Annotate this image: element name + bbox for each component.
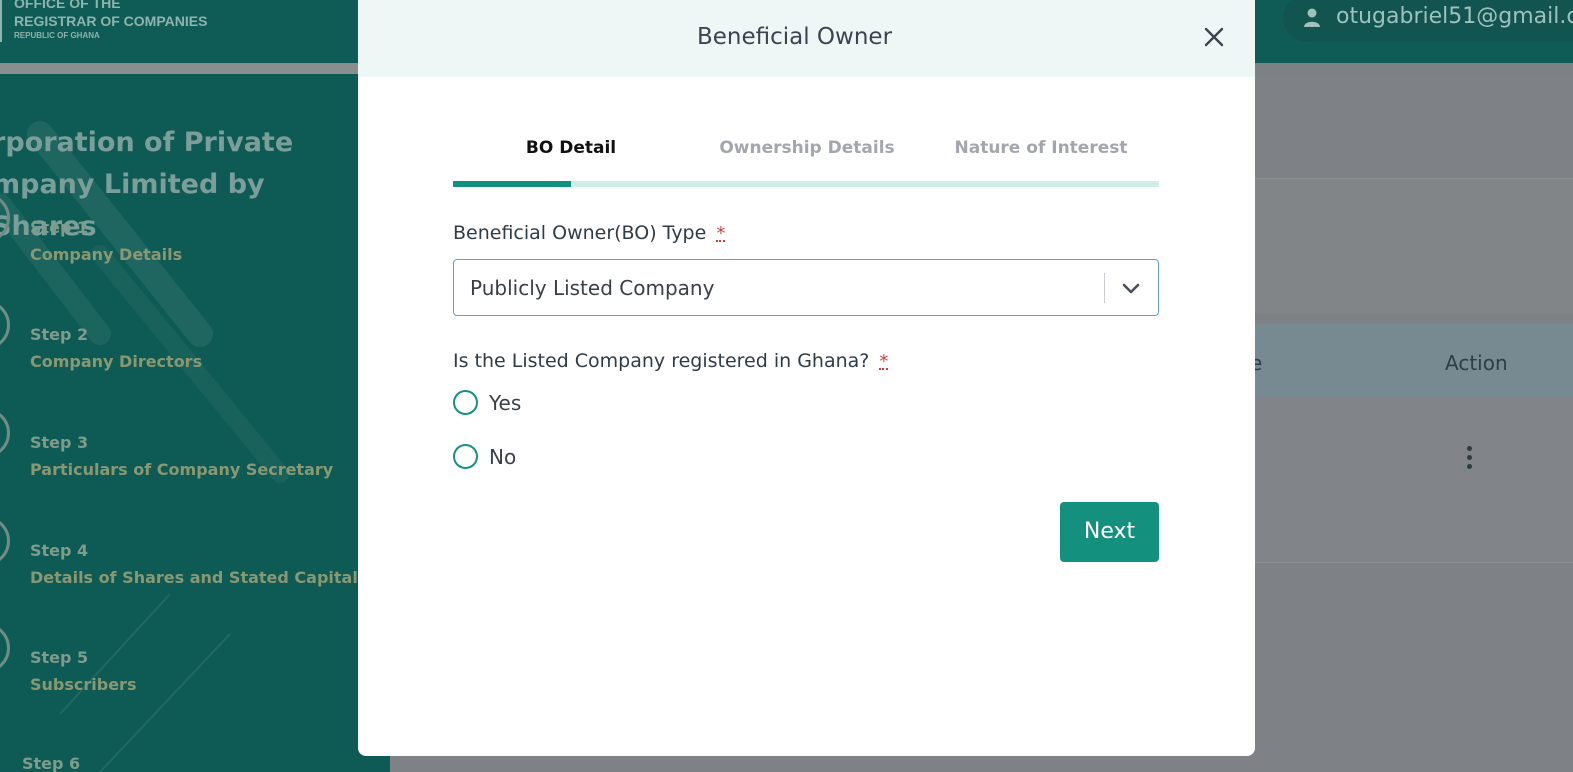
logo-line-1: OFFICE OF THE	[14, 0, 121, 11]
title-line-1: rporation of Private	[0, 127, 294, 158]
registered-in-ghana-label-text: Is the Listed Company registered in Ghan…	[453, 350, 870, 372]
chevron-down-icon[interactable]	[1120, 277, 1142, 299]
required-mark: *	[716, 223, 726, 244]
step-1[interactable]: Step 1 Company Details	[30, 218, 182, 264]
registered-in-ghana-label: Is the Listed Company registered in Ghan…	[453, 350, 889, 372]
wizard-tabs: BO Detail Ownership Details Nature of In…	[453, 138, 1159, 188]
topbar-divider	[0, 63, 358, 74]
user-icon	[1304, 8, 1320, 27]
step-name: Particulars of Company Secretary	[30, 460, 334, 479]
user-email[interactable]: otugabriel51@gmail.c	[1336, 4, 1573, 29]
select-separator	[1104, 273, 1105, 303]
step-name: Company Directors	[30, 352, 203, 371]
step-name: Subscribers	[30, 675, 137, 694]
step-4[interactable]: Step 4 Details of Shares and Stated Capi…	[30, 541, 358, 587]
registrar-logo[interactable]: OFFICE OF THE REGISTRAR OF COMPANIES	[14, 0, 207, 30]
step-number: Step 2	[30, 325, 89, 344]
bo-type-select[interactable]: Publicly Listed Company	[453, 259, 1159, 316]
column-header-action: Action	[1445, 351, 1508, 375]
bo-type-value: Publicly Listed Company	[470, 276, 715, 300]
bo-type-label: Beneficial Owner(BO) Type *	[453, 222, 726, 244]
step-name: Details of Shares and Stated Capital	[30, 568, 358, 587]
step-5[interactable]: Step 5 Subscribers	[30, 648, 136, 694]
step-name: Company Details	[30, 245, 183, 264]
tab-bo-detail[interactable]: BO Detail	[453, 138, 689, 168]
tab-ownership-details[interactable]: Ownership Details	[689, 138, 925, 168]
step-number: Step 5	[30, 648, 89, 667]
step-number: Step 3	[30, 433, 89, 452]
steps-sidebar: rporation of Private mpany Limited by Sh…	[0, 74, 390, 772]
next-button[interactable]: Next	[1060, 502, 1159, 562]
radio-circle[interactable]	[453, 390, 478, 415]
modal-header: Beneficial Owner	[358, 0, 1255, 77]
tab-progress-fill	[453, 181, 571, 187]
radio-yes-label[interactable]: Yes	[489, 391, 521, 415]
tab-nature-of-interest[interactable]: Nature of Interest	[923, 138, 1159, 168]
close-icon[interactable]	[1200, 23, 1228, 51]
radio-circle[interactable]	[453, 444, 478, 469]
logo-line-2: REGISTRAR OF COMPANIES	[14, 13, 208, 29]
step-number: Step 4	[30, 541, 89, 560]
radio-no-label[interactable]: No	[489, 445, 516, 469]
step-6[interactable]: Step 6	[22, 754, 80, 772]
step-number: Step 1	[30, 218, 89, 237]
step-number: Step 6	[22, 754, 81, 772]
logo-divider	[0, 0, 2, 42]
step-3[interactable]: Step 3 Particulars of Company Secretary	[30, 433, 333, 479]
more-options-icon[interactable]	[1458, 442, 1480, 478]
beneficial-owner-modal: Beneficial Owner BO Detail Ownership Det…	[358, 0, 1255, 756]
required-mark: *	[879, 351, 889, 372]
logo-subtitle: REPUBLIC OF GHANA	[14, 31, 100, 40]
modal-title: Beneficial Owner	[696, 24, 893, 50]
step-2[interactable]: Step 2 Company Directors	[30, 325, 202, 371]
bo-type-label-text: Beneficial Owner(BO) Type	[453, 222, 707, 244]
